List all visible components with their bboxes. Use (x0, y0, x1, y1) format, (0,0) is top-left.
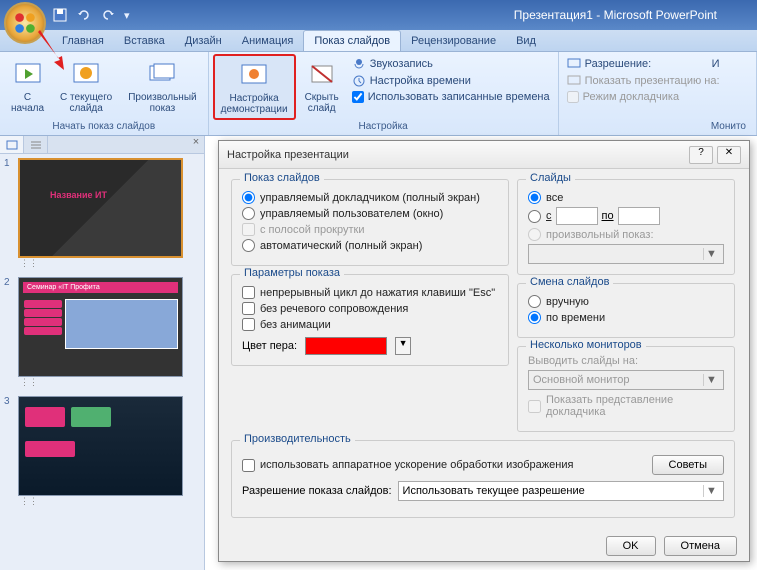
pen-color-swatch[interactable] (305, 337, 387, 355)
slide-panel: × 1 Название ИТ ⋮⋮ 2 Семинар «IT Профита (0, 136, 205, 570)
dialog-close-button[interactable]: ✕ (717, 146, 741, 164)
scrollbar-checkbox: с полосой прокрутки (242, 223, 498, 236)
presenter-view-checkbox: Показать представление докладчика (528, 394, 724, 418)
thumb-row: 3 ⋮⋮ (4, 396, 200, 507)
slides-from-input[interactable] (556, 207, 598, 225)
type-speaker-radio[interactable]: управляемый докладчиком (полный экран) (242, 191, 498, 204)
panel-close-icon[interactable]: × (188, 136, 204, 153)
no-narration-checkbox[interactable]: без речевого сопровождения (242, 302, 498, 315)
ribbon-group-monitor: Разрешение:И Показать презентацию на: Ре… (559, 52, 757, 135)
thumb-row: 2 Семинар «IT Профита ⋮⋮ (4, 277, 200, 388)
slide-panel-tabs: × (0, 136, 204, 154)
slides-all-radio[interactable]: все (528, 191, 724, 204)
ribbon-monitor-options: Разрешение:И Показать презентацию на: Ре… (563, 54, 724, 106)
setup-dialog: Настройка презентации ? ✕ Показ слайдов … (218, 140, 750, 562)
ok-button[interactable]: OK (606, 536, 656, 556)
mic-icon (352, 57, 366, 71)
monitor-icon (567, 57, 581, 71)
slide-thumb-2[interactable]: Семинар «IT Профита (18, 277, 183, 377)
tab-design[interactable]: Дизайн (175, 31, 232, 51)
show-on-row: Показать презентацию на: (565, 73, 722, 89)
outline-tab-icon (30, 140, 42, 150)
tips-button[interactable]: Советы (652, 455, 724, 475)
clock-icon (352, 74, 366, 88)
no-animation-checkbox[interactable]: без анимации (242, 318, 498, 331)
monitors-fieldset: Несколько мониторов Выводить слайды на: … (517, 346, 735, 432)
dialog-help-button[interactable]: ? (689, 146, 713, 164)
presenter-view-checkbox: Режим докладчика (565, 90, 722, 104)
tab-insert[interactable]: Вставка (114, 31, 175, 51)
dialog-titlebar: Настройка презентации ? ✕ (219, 141, 749, 169)
hide-slide-button[interactable]: Скрыть слайд (298, 54, 346, 118)
window-title: Презентация1 - Microsoft PowerPoint (514, 8, 717, 22)
custom-show-icon (148, 62, 176, 86)
custom-show-select: ▼ (528, 244, 724, 264)
anim-icon: ⋮⋮ (20, 377, 183, 388)
type-kiosk-radio[interactable]: автоматический (полный экран) (242, 239, 498, 252)
chevron-down-icon: ▼ (703, 374, 719, 386)
title-bar: ▾ Презентация1 - Microsoft PowerPoint (0, 0, 757, 30)
dialog-footer: OK Отмена (219, 536, 749, 566)
tab-review[interactable]: Рецензирование (401, 31, 506, 51)
setup-icon (240, 63, 268, 87)
tab-animation[interactable]: Анимация (232, 31, 304, 51)
ribbon-setup-options: Звукозапись Настройка времени Использова… (348, 54, 554, 106)
ribbon: С начала С текущего слайда Произвольный … (0, 52, 757, 136)
loop-checkbox[interactable]: непрерывный цикл до нажатия клавиши "Esc… (242, 286, 498, 299)
undo-icon[interactable] (76, 7, 92, 23)
pen-color-row: Цвет пера: ▼ (242, 337, 498, 355)
resolution-row: Разрешение:И (565, 56, 722, 72)
anim-icon: ⋮⋮ (20, 496, 183, 507)
hw-accel-checkbox[interactable]: использовать аппаратное ускорение обрабо… (242, 459, 646, 472)
chevron-down-icon: ▼ (703, 485, 719, 497)
show-type-fieldset: Показ слайдов управляемый докладчиком (п… (231, 179, 509, 266)
slides-range-radio[interactable]: с (528, 210, 552, 223)
slides-tab-icon (6, 140, 18, 150)
dialog-body: Показ слайдов управляемый докладчиком (п… (219, 169, 749, 536)
options-fieldset: Параметры показа непрерывный цикл до наж… (231, 274, 509, 366)
slides-tab[interactable] (0, 136, 24, 153)
use-timings-checkbox[interactable]: Использовать записанные времена (350, 90, 552, 104)
dialog-title: Настройка презентации (227, 149, 685, 161)
slides-fieldset: Слайды все с по произвольный показ: ▼ (517, 179, 735, 275)
save-icon[interactable] (52, 7, 68, 23)
ribbon-tabs: Главная Вставка Дизайн Анимация Показ сл… (0, 30, 757, 52)
type-browsed-radio[interactable]: управляемый пользователем (окно) (242, 207, 498, 220)
outline-tab[interactable] (24, 136, 48, 153)
slide-thumb-1[interactable]: Название ИТ (18, 158, 183, 258)
tab-view[interactable]: Вид (506, 31, 546, 51)
performance-fieldset: Производительность использовать аппаратн… (231, 440, 735, 518)
custom-show-radio: произвольный показ: (528, 228, 724, 241)
chevron-down-icon: ▼ (703, 248, 719, 260)
qat-dropdown-icon[interactable]: ▾ (124, 9, 130, 22)
redo-icon[interactable] (100, 7, 116, 23)
play-current-icon (72, 62, 100, 86)
cancel-button[interactable]: Отмена (664, 536, 737, 556)
advance-fieldset: Смена слайдов вручную по времени (517, 283, 735, 338)
slides-to-input[interactable] (618, 207, 660, 225)
custom-show-button[interactable]: Произвольный показ (121, 54, 203, 118)
thumbnail-list: 1 Название ИТ ⋮⋮ 2 Семинар «IT Профита (0, 154, 204, 519)
record-narration-button[interactable]: Звукозапись (350, 56, 552, 72)
setup-show-button[interactable]: Настройка демонстрации (213, 54, 296, 120)
tab-slideshow[interactable]: Показ слайдов (303, 30, 401, 51)
anim-icon: ⋮⋮ (20, 258, 183, 269)
pen-color-dropdown[interactable]: ▼ (395, 337, 411, 355)
rehearse-timings-button[interactable]: Настройка времени (350, 73, 552, 89)
advance-timings-radio[interactable]: по времени (528, 311, 724, 324)
ribbon-group-setup: Настройка демонстрации Скрыть слайд Звук… (209, 52, 559, 135)
slide-thumb-3[interactable] (18, 396, 183, 496)
resolution-select[interactable]: Использовать текущее разрешение▼ (398, 481, 724, 501)
quick-access-toolbar: ▾ (52, 7, 130, 23)
advance-manual-radio[interactable]: вручную (528, 295, 724, 308)
thumb-row: 1 Название ИТ ⋮⋮ (4, 158, 200, 269)
monitor2-icon (567, 74, 581, 88)
annotation-arrow-icon (30, 28, 70, 72)
monitor-select: Основной монитор▼ (528, 370, 724, 390)
hide-icon (308, 62, 336, 86)
